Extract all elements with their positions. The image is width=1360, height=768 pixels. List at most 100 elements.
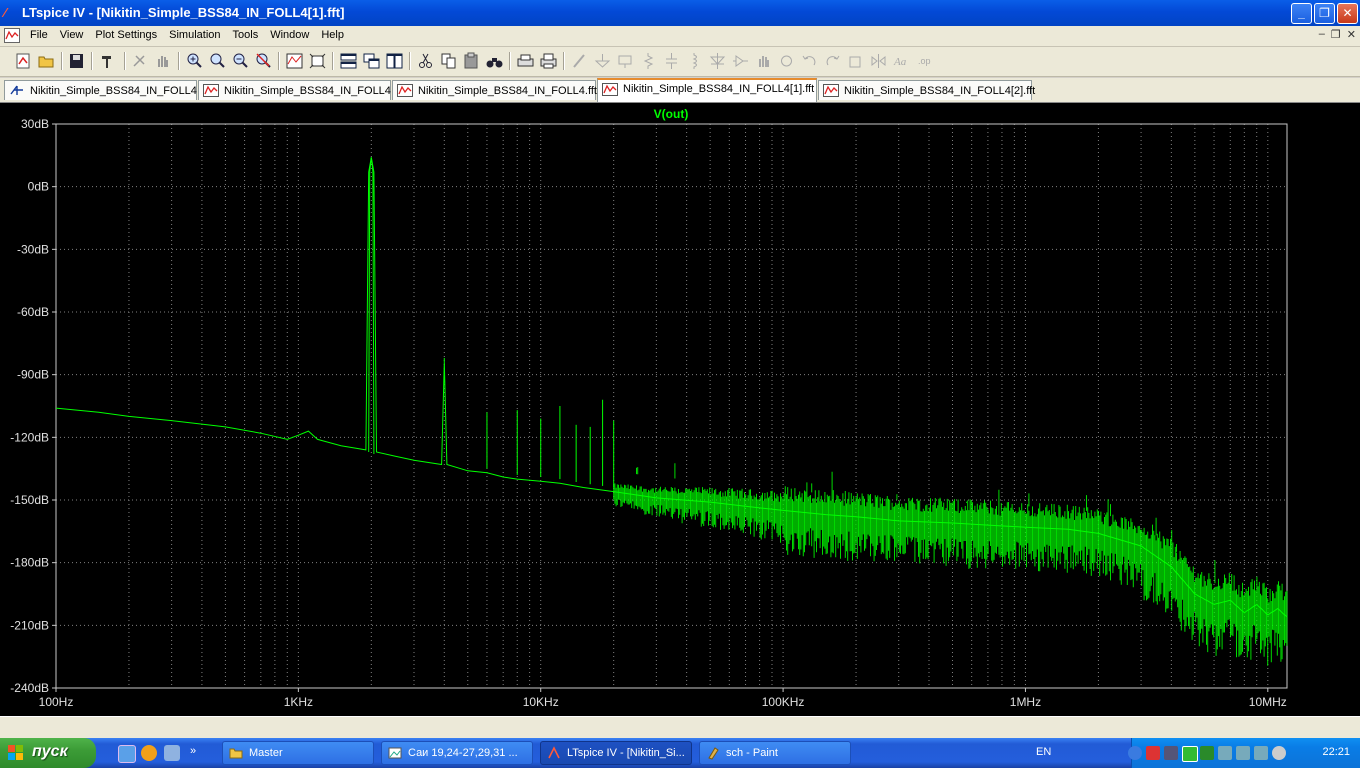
quicklaunch-chevron-icon[interactable]: »: [190, 745, 196, 757]
tray-network-icon[interactable]: [1236, 746, 1250, 760]
ltspice-icon: [548, 746, 560, 759]
tab-fft-2[interactable]: Nikitin_Simple_BSS84_IN_FOLL4[2].fft: [818, 80, 1035, 100]
save-icon: [70, 54, 83, 68]
menu-view[interactable]: View: [54, 28, 90, 42]
cut-button[interactable]: [416, 52, 435, 70]
close-button[interactable]: ✕: [1337, 3, 1358, 24]
ltspice-app-icon[interactable]: ⁄: [4, 6, 18, 20]
control-panel-button[interactable]: [98, 52, 117, 70]
tray-back-icon[interactable]: [1128, 746, 1142, 760]
fit-button[interactable]: [308, 52, 327, 70]
quicklaunch-app-icon[interactable]: [164, 745, 180, 761]
zoom-cancel-icon: [256, 53, 271, 68]
zoom-in-button[interactable]: [185, 52, 204, 70]
tile-vertical-button[interactable]: [385, 52, 404, 70]
plot-frame: [55, 123, 1288, 689]
undo-button[interactable]: [800, 52, 819, 70]
mirror-button[interactable]: [869, 52, 888, 70]
task-paint[interactable]: sch - Paint: [699, 741, 851, 765]
folder-icon: [229, 748, 243, 759]
inductor-button[interactable]: [685, 52, 704, 70]
zoom-area-icon: [210, 53, 225, 68]
component-button[interactable]: [731, 52, 750, 70]
waveform-icon: [823, 84, 839, 97]
status-bar: [0, 716, 1360, 739]
tab-fft-1[interactable]: Nikitin_Simple_BSS84_IN_FOLL4[1].fft: [597, 78, 817, 102]
run-button[interactable]: [130, 52, 149, 70]
label-net-button[interactable]: [616, 52, 635, 70]
spice-directive-button[interactable]: .op: [915, 52, 934, 70]
document-tabs: Nikitin_Simple_BSS84_IN_FOLL4 Nikitin_Si…: [0, 78, 1360, 102]
print-button[interactable]: [539, 52, 558, 70]
copy-button[interactable]: [439, 52, 458, 70]
move-button[interactable]: [754, 52, 773, 70]
open-folder-icon: [38, 56, 54, 68]
quicklaunch-info-icon[interactable]: [141, 745, 157, 761]
menu-help[interactable]: Help: [315, 28, 350, 42]
tile-horizontal-button[interactable]: [339, 52, 358, 70]
task-ltspice[interactable]: LTspice IV - [Nikitin_Si...: [540, 741, 692, 765]
open-button[interactable]: [37, 52, 56, 70]
zoom-area-button[interactable]: [208, 52, 227, 70]
draw-wire-button[interactable]: [570, 52, 589, 70]
trace-name-vout[interactable]: V(out): [654, 107, 689, 121]
tab-waveform[interactable]: Nikitin_Simple_BSS84_IN_FOLL4: [198, 80, 391, 100]
menu-tools[interactable]: Tools: [227, 28, 265, 42]
y-tick-label: 30dB: [21, 117, 49, 131]
autorange-button[interactable]: [285, 52, 304, 70]
y-tick-label: -90dB: [17, 368, 49, 382]
rotate-button[interactable]: [846, 52, 865, 70]
tab-fft[interactable]: Nikitin_Simple_BSS84_IN_FOLL4.fft: [392, 80, 597, 100]
zoom-out-button[interactable]: [231, 52, 250, 70]
task-document[interactable]: Саи 19,24-27,29,31 ...: [381, 741, 533, 765]
mdi-close-button[interactable]: ✕: [1347, 28, 1356, 41]
autorange-icon: [286, 53, 303, 69]
tab-schematic[interactable]: Nikitin_Simple_BSS84_IN_FOLL4: [4, 80, 197, 100]
redo-button[interactable]: [823, 52, 842, 70]
tray-app-icon[interactable]: [1146, 746, 1160, 760]
tray-app-icon[interactable]: [1182, 746, 1198, 762]
print-setup-button[interactable]: [516, 52, 535, 70]
drag-button[interactable]: [777, 52, 796, 70]
diode-button[interactable]: [708, 52, 727, 70]
language-indicator[interactable]: EN: [1036, 746, 1051, 758]
image-viewer-icon: [388, 747, 402, 759]
zoom-fit-button[interactable]: [254, 52, 273, 70]
tray-volume-icon[interactable]: [1272, 746, 1286, 760]
cascade-button[interactable]: [362, 52, 381, 70]
tray-app-icon[interactable]: [1164, 746, 1178, 760]
plot-window[interactable]: 30dB 0dB -30dB -60dB -90dB -120dB -150dB -180dB…: [0, 102, 1360, 716]
cascade-icon: [363, 53, 380, 69]
quicklaunch-settings-icon[interactable]: [118, 745, 136, 763]
menu-file[interactable]: File: [24, 28, 54, 42]
new-schematic-button[interactable]: [14, 52, 33, 70]
diode-icon: [709, 53, 726, 69]
find-button[interactable]: [485, 52, 504, 70]
menu-window[interactable]: Window: [264, 28, 315, 42]
tray-network-icon[interactable]: [1218, 746, 1232, 760]
text-button[interactable]: Aa: [892, 52, 911, 70]
tray-network-icon[interactable]: [1254, 746, 1268, 760]
ground-button[interactable]: [593, 52, 612, 70]
pan-button[interactable]: [153, 52, 172, 70]
minimize-button[interactable]: _: [1291, 3, 1312, 24]
x-tick-label: 1KHz: [284, 695, 313, 709]
maximize-button[interactable]: ❐: [1314, 3, 1335, 24]
fft-plot[interactable]: 30dB 0dB -30dB -60dB -90dB -120dB -150dB -180dB…: [0, 103, 1360, 715]
menu-plot-settings[interactable]: Plot Settings: [89, 28, 163, 42]
mdi-minimize-button[interactable]: –: [1319, 28, 1325, 41]
y-tick-label: -60dB: [17, 305, 49, 319]
menu-simulation[interactable]: Simulation: [163, 28, 226, 42]
start-button[interactable]: пуск: [0, 738, 96, 768]
x-tick-label: 100KHz: [762, 695, 805, 709]
mdi-restore-button[interactable]: ❐: [1331, 28, 1341, 41]
paste-button[interactable]: [462, 52, 481, 70]
tray-app-icon[interactable]: [1200, 746, 1214, 760]
save-button[interactable]: [67, 52, 86, 70]
clock: 22:21: [1322, 746, 1350, 758]
document-waveform-icon[interactable]: [4, 28, 20, 43]
paint-icon: [708, 747, 719, 760]
resistor-button[interactable]: [639, 52, 658, 70]
capacitor-button[interactable]: [662, 52, 681, 70]
task-master[interactable]: Master: [222, 741, 374, 765]
